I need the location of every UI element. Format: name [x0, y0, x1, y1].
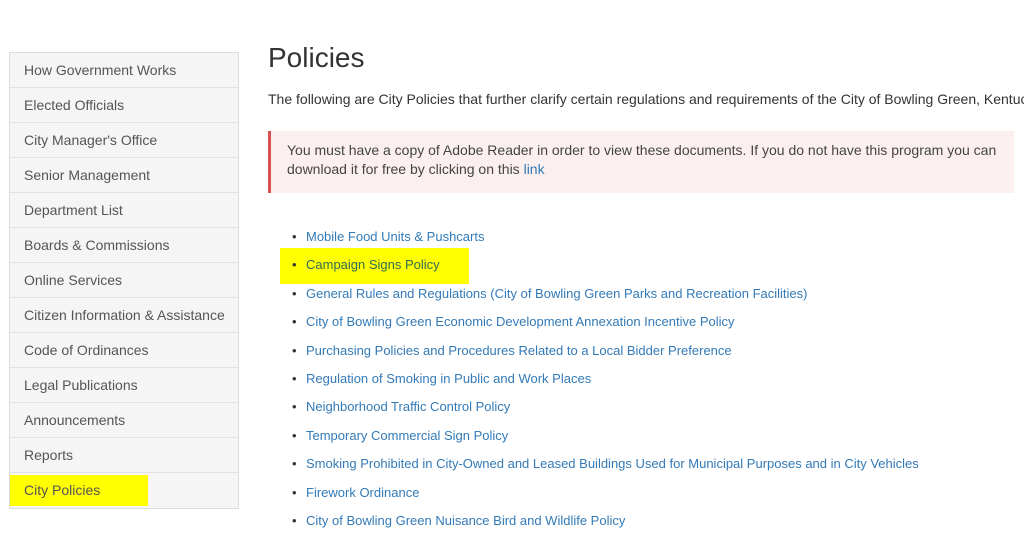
sidebar-item-department-list[interactable]: Department List	[10, 193, 238, 228]
list-item: • Firework Ordinance	[268, 479, 1014, 507]
sidebar-item-label: Reports	[24, 447, 74, 463]
policy-list: • Mobile Food Units & Pushcarts • Campaign…	[268, 223, 1014, 535]
bullet-icon: •	[292, 456, 297, 472]
sidebar-item-label: City Manager's Office	[24, 132, 158, 148]
list-item: • Purchasing Policies and Procedures Rela…	[268, 337, 1014, 365]
bullet-icon: •	[292, 314, 297, 330]
list-item: • Smoking Prohibited in City-Owned and Le…	[268, 450, 1014, 478]
bullet-icon: •	[292, 370, 297, 386]
alert-text-line1: You must have a copy of Adobe Reader in …	[287, 142, 997, 158]
sidebar-item-label: Elected Officials	[24, 97, 125, 113]
adobe-reader-alert: You must have a copy of Adobe Reader in …	[268, 131, 1014, 193]
bullet-icon: •	[292, 512, 297, 528]
sidebar-item-label: Citizen Information & Assistance	[24, 307, 225, 323]
policy-link-purchasing-policies[interactable]: Purchasing Policies and Procedures Relat…	[306, 343, 732, 358]
policy-link-campaign-signs[interactable]: Campaign Signs Policy	[306, 257, 440, 272]
list-item: • Temporary Commercial Sign Policy	[268, 422, 1014, 450]
intro-text: The following are City Policies that fur…	[268, 91, 1024, 107]
page-title: Policies	[268, 42, 365, 73]
policy-link-firework-ordinance[interactable]: Firework Ordinance	[306, 485, 419, 500]
sidebar-item-boards-commissions[interactable]: Boards & Commissions	[10, 228, 238, 263]
alert-text-line2: download it for free by clicking on this	[287, 161, 520, 177]
list-item: • City of Bowling Green Nuisance Bird and…	[268, 507, 1014, 535]
sidebar-item-announcements[interactable]: Announcements	[10, 403, 238, 438]
list-item: • Mobile Food Units & Pushcarts	[268, 223, 1014, 251]
sidebar-item-label: Legal Publications	[24, 377, 138, 393]
policy-link-nuisance-bird[interactable]: City of Bowling Green Nuisance Bird and …	[306, 513, 625, 528]
adobe-reader-link[interactable]: link	[524, 161, 545, 177]
policy-link-traffic-control[interactable]: Neighborhood Traffic Control Policy	[306, 399, 510, 414]
sidebar-item-label: Online Services	[24, 272, 123, 288]
bullet-icon: •	[292, 342, 297, 358]
bullet-icon: •	[292, 285, 297, 301]
bullet-icon: •	[292, 427, 297, 443]
policy-link-smoking-regulation[interactable]: Regulation of Smoking in Public and Work…	[306, 371, 591, 386]
sidebar-item-label: Department List	[24, 202, 123, 218]
policy-link-general-rules[interactable]: General Rules and Regulations (City of B…	[306, 286, 807, 301]
list-item: • City of Bowling Green Economic Developm…	[268, 308, 1014, 336]
sidebar-item-city-policies[interactable]: City Policies	[10, 473, 238, 508]
policy-link-mobile-food-units[interactable]: Mobile Food Units & Pushcarts	[306, 229, 484, 244]
sidebar-item-reports[interactable]: Reports	[10, 438, 238, 473]
main-content: Policies The following are City Policies…	[268, 38, 1024, 535]
bullet-icon: •	[292, 229, 297, 244]
sidebar-item-city-managers-office[interactable]: City Manager's Office	[10, 123, 238, 158]
bullet-icon: •	[292, 399, 297, 415]
list-item: • Campaign Signs Policy	[268, 248, 1014, 285]
sidebar-item-label: Senior Management	[24, 167, 151, 183]
sidebar-item-label: How Government Works	[24, 62, 177, 78]
list-item: • Regulation of Smoking in Public and Wor…	[268, 365, 1014, 393]
sidebar-item-elected-officials[interactable]: Elected Officials	[10, 88, 238, 123]
sidebar-item-label: Announcements	[24, 412, 126, 428]
sidebar-nav: How Government Works Elected Officials C…	[9, 52, 239, 509]
sidebar-item-label: Boards & Commissions	[24, 237, 170, 253]
list-item: • Neighborhood Traffic Control Policy	[268, 393, 1014, 421]
bullet-icon: •	[292, 257, 297, 273]
policy-link-annexation-incentive[interactable]: City of Bowling Green Economic Developme…	[306, 314, 735, 329]
sidebar-item-label: Code of Ordinances	[24, 342, 149, 358]
sidebar-item-senior-management[interactable]: Senior Management	[10, 158, 238, 193]
policy-link-temporary-sign[interactable]: Temporary Commercial Sign Policy	[306, 428, 508, 443]
sidebar-item-how-government-works[interactable]: How Government Works	[10, 53, 238, 88]
bullet-icon: •	[292, 484, 297, 500]
policy-link-smoking-prohibited[interactable]: Smoking Prohibited in City-Owned and Lea…	[306, 456, 919, 471]
sidebar-item-legal-publications[interactable]: Legal Publications	[10, 368, 238, 403]
sidebar-item-label: City Policies	[10, 475, 149, 506]
sidebar-item-citizen-information[interactable]: Citizen Information & Assistance	[10, 298, 238, 333]
sidebar-item-online-services[interactable]: Online Services	[10, 263, 238, 298]
list-item: • General Rules and Regulations (City of …	[268, 280, 1014, 308]
sidebar-item-code-of-ordinances[interactable]: Code of Ordinances	[10, 333, 238, 368]
